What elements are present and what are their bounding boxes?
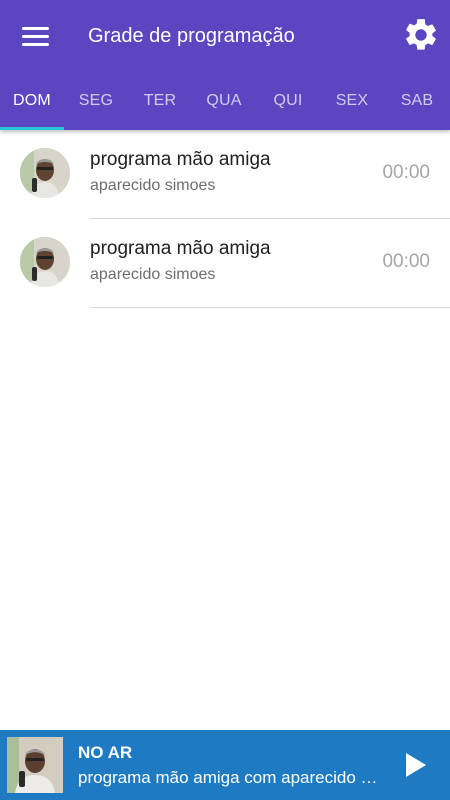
- tab-qua[interactable]: QUA: [192, 72, 256, 130]
- hamburger-menu-icon[interactable]: [14, 20, 56, 52]
- schedule-item[interactable]: programa mão amiga aparecido simoes 00:0…: [0, 219, 450, 308]
- program-host: aparecido simoes: [90, 266, 216, 283]
- tab-sex[interactable]: SEX: [320, 72, 384, 130]
- play-icon[interactable]: [398, 747, 434, 783]
- tab-ter[interactable]: TER: [128, 72, 192, 130]
- tab-dom[interactable]: DOM: [0, 72, 64, 130]
- schedule-list: programa mão amiga aparecido simoes 00:0…: [0, 130, 450, 308]
- host-avatar: [20, 237, 70, 287]
- tab-qui[interactable]: QUI: [256, 72, 320, 130]
- gear-icon[interactable]: [402, 16, 440, 54]
- page-title: Grade de programação: [88, 25, 295, 47]
- now-playing-thumbnail: [7, 737, 63, 793]
- program-time: 00:00: [382, 162, 430, 183]
- schedule-item[interactable]: programa mão amiga aparecido simoes 00:0…: [0, 130, 450, 219]
- toolbar: Grade de programação: [0, 0, 450, 72]
- now-playing-description: programa mão amiga com aparecido simoes: [78, 768, 384, 787]
- tab-sab[interactable]: SAB: [384, 72, 450, 130]
- on-air-label: NO AR: [78, 743, 133, 762]
- program-title: programa mão amiga: [90, 149, 271, 170]
- host-avatar: [20, 148, 70, 198]
- program-host: aparecido simoes: [90, 177, 216, 194]
- divider: [90, 307, 450, 308]
- program-title: programa mão amiga: [90, 238, 271, 259]
- now-playing-bar[interactable]: NO AR programa mão amiga com aparecido s…: [0, 730, 450, 800]
- day-tabs: DOM SEG TER QUA QUI SEX SAB: [0, 72, 450, 130]
- tab-seg[interactable]: SEG: [64, 72, 128, 130]
- app-bar: Grade de programação DOM SEG TER QUA QUI…: [0, 0, 450, 130]
- program-time: 00:00: [382, 251, 430, 272]
